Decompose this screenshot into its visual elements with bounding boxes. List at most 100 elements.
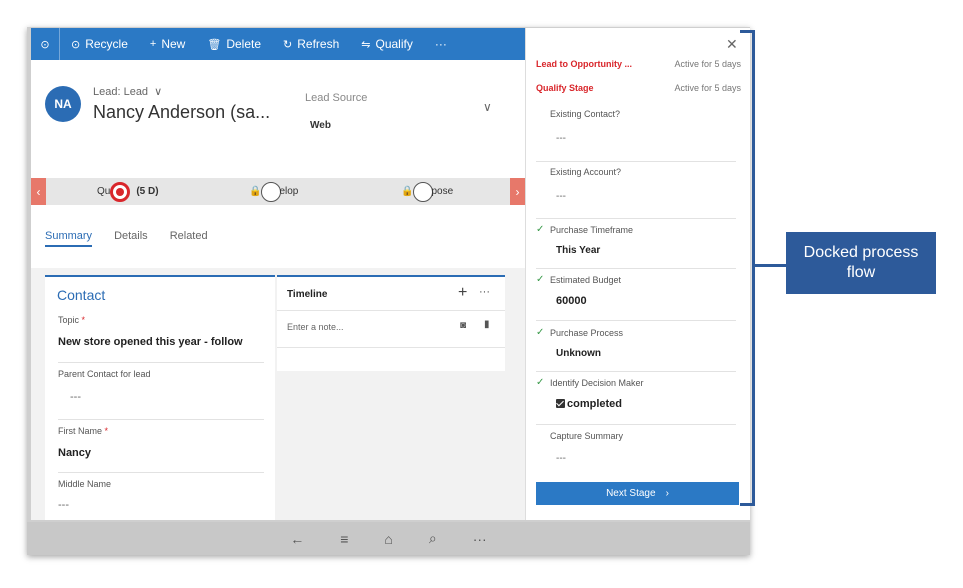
refresh-button[interactable]: ↻ Refresh: [272, 28, 350, 60]
add-icon[interactable]: +: [458, 284, 467, 302]
command-bar: ⊙ ⊙ Recycle + New 🗑 Delete ↻ Refresh ⇋ Q…: [31, 28, 525, 60]
parent-contact-label: Parent Contact for lead: [58, 369, 151, 379]
step-value: This Year: [556, 245, 601, 256]
tab-related[interactable]: Related: [170, 230, 208, 247]
stage-label: pose: [431, 186, 454, 197]
middle-name-value: ---: [58, 499, 69, 511]
topic-field[interactable]: Topic * New store opened this year - fol…: [58, 315, 264, 348]
callout-text: Docked process flow: [803, 244, 919, 281]
step-label: Estimated Budget: [550, 275, 622, 285]
section-title: Contact: [57, 287, 106, 303]
avatar: NA: [45, 86, 81, 122]
step-value: ---: [556, 453, 566, 464]
step-value: completed: [567, 398, 623, 410]
tab-summary[interactable]: Summary: [45, 230, 93, 247]
process-next-button[interactable]: ›: [510, 178, 525, 205]
timeline-title: Timeline: [287, 289, 328, 300]
stage-develop[interactable]: 🔒 elop: [249, 178, 298, 205]
checkmark-icon: ✓: [536, 327, 545, 338]
step-estimated-budget[interactable]: ✓ Estimated Budget 60000: [536, 274, 736, 307]
step-existing-account[interactable]: Existing Account? ---: [536, 167, 736, 202]
callout-bracket: [740, 30, 755, 506]
process-name[interactable]: Lead to Opportunity ...: [536, 59, 632, 69]
step-existing-contact[interactable]: Existing Contact? ---: [536, 109, 736, 144]
attachment-icon[interactable]: ▮: [484, 319, 490, 330]
step-capture-summary[interactable]: Capture Summary ---: [536, 431, 736, 464]
callout-label: Docked process flow: [786, 232, 936, 294]
tab-details[interactable]: Details: [114, 230, 148, 247]
step-value: Unknown: [556, 348, 601, 359]
note-input[interactable]: Enter a note...: [287, 322, 344, 332]
recycle-button[interactable]: ⊙ Recycle: [60, 28, 139, 60]
divider: [536, 218, 736, 219]
delete-button[interactable]: 🗑 Delete: [196, 28, 272, 60]
process-bar: ‹ Qu (5 D) 🔒 elop 🔒 pose ›: [31, 178, 525, 205]
step-label: Existing Account?: [550, 167, 622, 177]
step-label-wrap: ✓ Identify Decision Maker: [536, 377, 736, 388]
form-selector[interactable]: Lead: Lead ∨: [93, 85, 162, 98]
site-map-button[interactable]: ⊙: [31, 28, 60, 60]
chevron-left-icon: ‹: [36, 184, 41, 199]
parent-contact-field[interactable]: Parent Contact for lead ---: [58, 369, 264, 403]
refresh-icon: ↻: [283, 38, 293, 51]
next-stage-button[interactable]: Next Stage ›: [536, 482, 739, 505]
step-label: Purchase Timeframe: [550, 225, 634, 235]
chevron-right-icon: ›: [665, 488, 669, 499]
header-expand-icon[interactable]: ∨: [483, 100, 492, 114]
step-label-wrap: ✓ Purchase Process: [536, 327, 736, 338]
topic-value: New store opened this year - follow: [58, 336, 243, 348]
lock-icon: 🔒: [401, 186, 414, 197]
checkmark-icon: ✓: [536, 224, 545, 235]
divider: [58, 419, 264, 420]
active-stage-icon: [110, 181, 131, 202]
new-button[interactable]: + New: [139, 28, 196, 60]
lead-source-value: Web: [310, 120, 331, 131]
bottom-nav-bar: ← ≡ ⌂ ⌕ ···: [27, 522, 750, 555]
checkmark-icon: ✓: [536, 377, 545, 388]
field-label: First Name *: [58, 426, 264, 436]
checkbox-checked-icon[interactable]: [556, 399, 565, 408]
step-purchase-process[interactable]: ✓ Purchase Process Unknown: [536, 327, 736, 359]
back-arrow-icon[interactable]: ←: [290, 531, 304, 547]
stage-propose[interactable]: 🔒 pose: [401, 178, 453, 205]
menu-icon[interactable]: ≡: [340, 531, 348, 547]
step-purchase-timeframe[interactable]: ✓ Purchase Timeframe This Year: [536, 224, 736, 256]
field-label: Topic *: [58, 315, 264, 325]
divider: [277, 310, 505, 311]
more-commands-button[interactable]: ···: [424, 28, 458, 60]
stage-qualify[interactable]: Qu (5 D): [97, 178, 159, 205]
parent-contact-value: ---: [70, 391, 81, 403]
next-stage-label: Next Stage: [606, 488, 656, 499]
stage-circle-icon: [261, 181, 282, 202]
app-window: ⊙ ⊙ Recycle + New 🗑 Delete ↻ Refresh ⇋ Q…: [31, 28, 750, 520]
checkmark-icon: ✓: [536, 274, 545, 285]
home-icon[interactable]: ⌂: [384, 531, 392, 547]
step-label-wrap: ✓ Purchase Timeframe: [536, 224, 736, 235]
step-value-wrap: completed: [536, 398, 736, 410]
first-name-field[interactable]: First Name * Nancy: [58, 426, 264, 459]
divider: [536, 424, 736, 425]
camera-icon[interactable]: ◙: [460, 320, 466, 331]
search-icon[interactable]: ⌕: [429, 530, 437, 547]
divider: [536, 268, 736, 269]
divider: [58, 362, 264, 363]
stage-label: Qu: [97, 186, 111, 197]
trash-icon: 🗑: [207, 38, 222, 51]
process-prev-button[interactable]: ‹: [31, 178, 46, 205]
step-label: Capture Summary: [550, 431, 624, 441]
more-icon[interactable]: ···: [479, 286, 490, 298]
divider: [277, 347, 505, 348]
qualify-button[interactable]: ⇋ Qualify: [350, 28, 424, 60]
step-label: Identify Decision Maker: [550, 378, 644, 388]
chevron-right-icon: ›: [515, 184, 520, 199]
divider: [58, 472, 264, 473]
close-icon[interactable]: ✕: [726, 36, 738, 53]
stage-circle-icon: [413, 181, 434, 202]
divider: [536, 371, 736, 372]
lock-icon: 🔒: [249, 186, 262, 197]
step-identify-decision-maker[interactable]: ✓ Identify Decision Maker completed: [536, 377, 736, 410]
more-icon[interactable]: ···: [473, 531, 487, 547]
site-map-icon: ⊙: [40, 38, 50, 51]
recycle-label: Recycle: [85, 37, 128, 51]
middle-name-field[interactable]: Middle Name ---: [58, 479, 264, 511]
